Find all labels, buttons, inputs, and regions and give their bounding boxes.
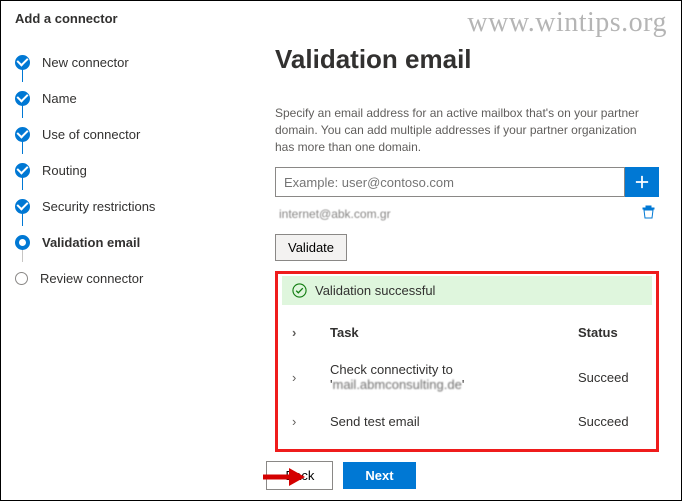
wizard-steps: New connector Name Use of connector Rout… — [15, 34, 215, 434]
step-label: Review connector — [40, 271, 143, 286]
watermark-text: www.wintips.org — [467, 7, 667, 39]
step-routing[interactable]: Routing — [15, 152, 215, 188]
step-review-connector[interactable]: Review connector — [15, 260, 215, 296]
column-status: Status — [570, 315, 650, 350]
success-message: Validation successful — [315, 283, 435, 298]
step-label: Use of connector — [42, 127, 140, 142]
chevron-right-icon[interactable]: › — [292, 370, 312, 385]
annotation-arrow — [261, 466, 305, 491]
validation-results-highlight: Validation successful › Task Status › Ch… — [275, 271, 659, 452]
panel-title: Add a connector — [15, 11, 118, 26]
step-label: Validation email — [42, 235, 140, 250]
status-cell: Succeed — [570, 352, 650, 402]
check-icon — [15, 199, 30, 214]
success-banner: Validation successful — [282, 276, 652, 305]
task-cell: Send test email — [322, 404, 568, 439]
step-label: Name — [42, 91, 77, 106]
table-row: › Send test email Succeed — [284, 404, 650, 439]
delete-email-button[interactable] — [642, 205, 655, 222]
step-new-connector[interactable]: New connector — [15, 44, 215, 80]
step-label: New connector — [42, 55, 129, 70]
add-button[interactable] — [625, 167, 659, 197]
wizard-footer: Back Next — [1, 461, 681, 490]
column-task: Task — [322, 315, 568, 350]
check-icon — [15, 163, 30, 178]
page-title: Validation email — [275, 44, 659, 75]
success-check-icon — [292, 283, 307, 298]
task-cell: Check connectivity to 'mail.abmconsultin… — [322, 352, 568, 402]
next-button[interactable]: Next — [343, 462, 415, 489]
pending-step-icon — [15, 272, 28, 285]
check-icon — [15, 55, 30, 70]
step-label: Routing — [42, 163, 87, 178]
email-input[interactable] — [275, 167, 625, 197]
step-security-restrictions[interactable]: Security restrictions — [15, 188, 215, 224]
step-name[interactable]: Name — [15, 80, 215, 116]
validate-button[interactable]: Validate — [275, 234, 347, 261]
chevron-right-icon[interactable]: › — [292, 414, 312, 429]
added-email-row: internet@abk.com.gr — [275, 203, 659, 224]
chevron-right-icon[interactable]: › — [292, 325, 312, 340]
trash-icon — [642, 205, 655, 219]
step-label: Security restrictions — [42, 199, 155, 214]
plus-icon — [635, 175, 649, 189]
validation-task-table: › Task Status › Check connectivity to 'm… — [282, 313, 652, 441]
check-icon — [15, 127, 30, 142]
check-icon — [15, 91, 30, 106]
main-panel: Validation email Specify an email addres… — [215, 34, 667, 434]
page-description: Specify an email address for an active m… — [275, 105, 659, 155]
step-use-of-connector[interactable]: Use of connector — [15, 116, 215, 152]
step-validation-email[interactable]: Validation email — [15, 224, 215, 260]
status-cell: Succeed — [570, 404, 650, 439]
current-step-icon — [15, 235, 30, 250]
table-row: › Check connectivity to 'mail.abmconsult… — [284, 352, 650, 402]
added-email-text: internet@abk.com.gr — [279, 207, 391, 221]
